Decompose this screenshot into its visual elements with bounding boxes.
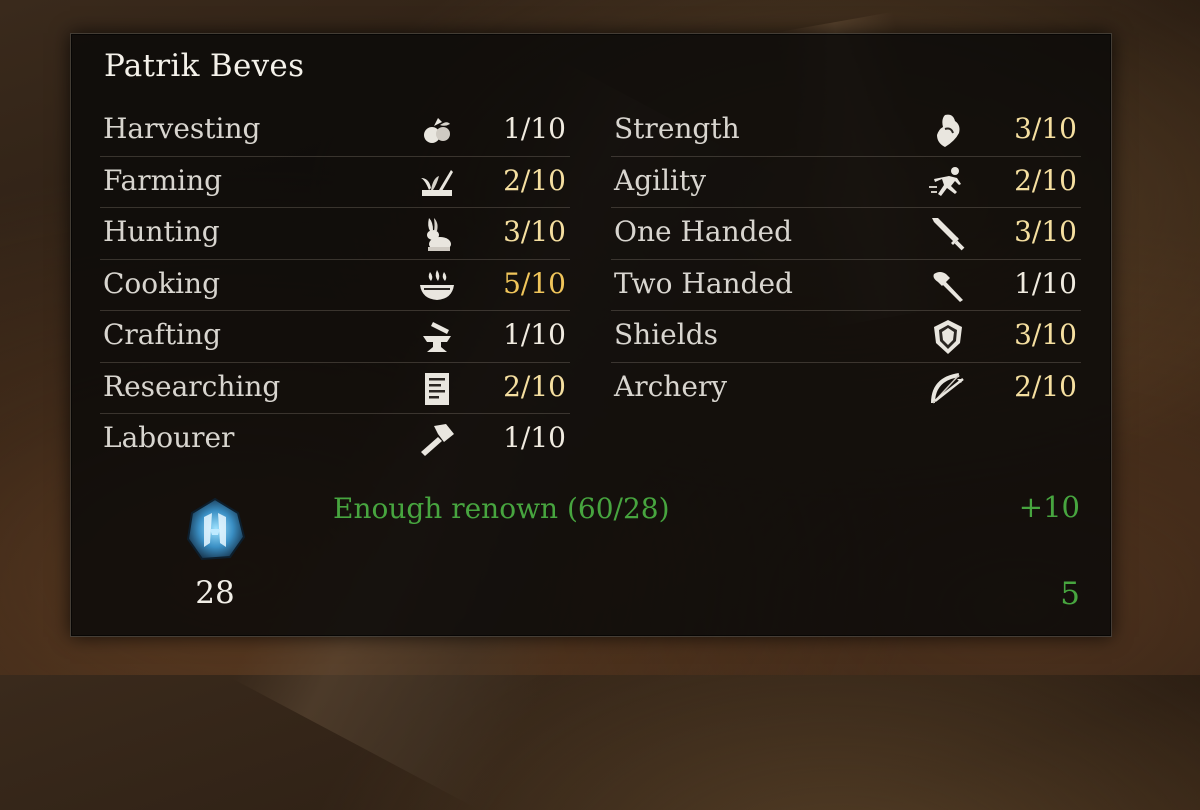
renown-status-message: Enough renown (60/28) — [333, 492, 670, 525]
skill-row-shields[interactable]: Shields 3/10 — [611, 311, 1081, 363]
skill-row-strength[interactable]: Strength 3/10 — [611, 105, 1081, 157]
skill-row-agility[interactable]: Agility 2/10 — [611, 157, 1081, 208]
shield-icon — [929, 319, 967, 355]
skill-row-cooking[interactable]: Cooking 5/10 — [100, 260, 570, 311]
skill-value: 3/10 — [1014, 215, 1077, 248]
skill-value: 5/10 — [503, 266, 566, 300]
skill-row-labourer[interactable]: Labourer 1/10 — [100, 414, 570, 465]
running-icon — [929, 165, 967, 201]
harvest-icon — [418, 113, 456, 149]
renown-cost: 28 — [195, 575, 235, 611]
skill-label: Labourer — [103, 421, 235, 454]
skill-row-crafting[interactable]: Crafting 1/10 — [100, 311, 570, 363]
axe-icon — [929, 268, 967, 304]
skill-value: 2/10 — [1014, 369, 1077, 403]
skill-row-two-handed[interactable]: Two Handed 1/10 — [611, 260, 1081, 311]
skills-right-column: Strength 3/10 Agility 2/10 One Handed 3/… — [611, 105, 1081, 413]
skills-left-column: Harvesting 1/10 Farming 2/10 Hunting 3/1… — [100, 105, 570, 465]
skill-value: 3/10 — [1014, 112, 1077, 145]
skill-label: Two Handed — [614, 266, 793, 300]
skill-label: One Handed — [614, 215, 793, 248]
scroll-icon — [418, 371, 456, 407]
skill-value: 2/10 — [1014, 163, 1077, 197]
skill-label: Cooking — [103, 266, 221, 300]
skill-row-researching[interactable]: Researching 2/10 — [100, 363, 570, 414]
hammer-icon — [418, 422, 456, 458]
skill-value: 1/10 — [1014, 266, 1077, 300]
skill-row-hunting[interactable]: Hunting 3/10 — [100, 208, 570, 260]
cooking-bowl-icon — [418, 268, 456, 304]
skill-value: 3/10 — [503, 215, 566, 248]
skill-row-harvesting[interactable]: Harvesting 1/10 — [100, 105, 570, 157]
farming-icon — [418, 165, 456, 201]
skill-row-archery[interactable]: Archery 2/10 — [611, 363, 1081, 414]
renown-crystal-icon — [180, 495, 250, 565]
sword-icon — [929, 216, 967, 252]
skill-value: 1/10 — [503, 318, 566, 351]
skill-value: 3/10 — [1014, 318, 1077, 351]
bow-icon — [929, 371, 967, 407]
skill-label: Agility — [614, 163, 707, 197]
anvil-icon — [418, 319, 456, 355]
skill-label: Archery — [614, 369, 728, 403]
strength-icon — [929, 113, 967, 149]
skill-label: Researching — [103, 369, 281, 403]
skill-value: 1/10 — [503, 421, 566, 454]
skill-label: Strength — [614, 112, 740, 145]
skill-row-one-handed[interactable]: One Handed 3/10 — [611, 208, 1081, 260]
skill-label: Shields — [614, 318, 718, 351]
character-name: Patrik Beves — [104, 48, 305, 84]
skill-label: Farming — [103, 163, 223, 197]
skill-value: 2/10 — [503, 369, 566, 403]
skill-points-available: 5 — [1060, 576, 1080, 612]
renown-bonus: +10 — [1018, 490, 1080, 524]
rabbit-icon — [418, 216, 456, 252]
skill-label: Hunting — [103, 215, 220, 248]
skill-label: Harvesting — [103, 112, 261, 145]
skill-label: Crafting — [103, 318, 222, 351]
skill-value: 2/10 — [503, 163, 566, 197]
skill-row-farming[interactable]: Farming 2/10 — [100, 157, 570, 208]
skill-value: 1/10 — [503, 112, 566, 145]
